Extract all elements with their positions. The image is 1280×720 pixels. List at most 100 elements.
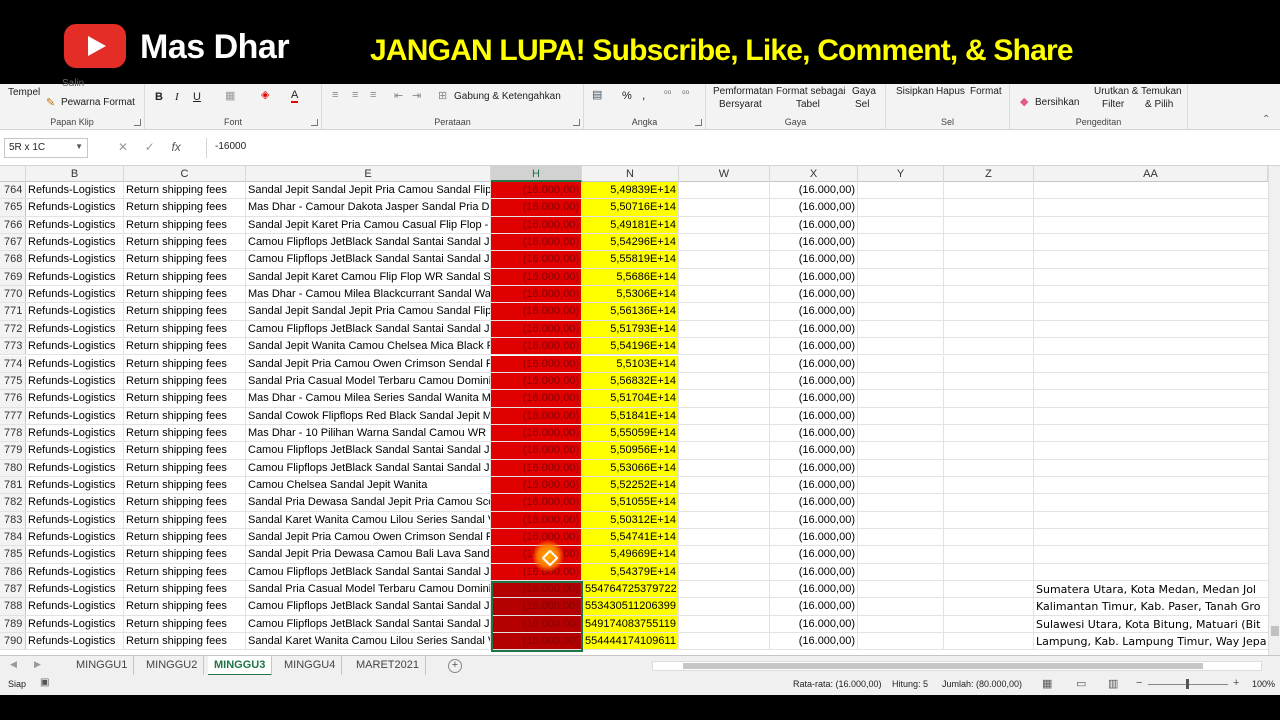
font-launcher[interactable] (311, 119, 318, 126)
cell-e[interactable]: Sandal Karet Wanita Camou Lilou Series S… (246, 511, 491, 528)
cell-e[interactable]: Sandal Jepit Sandal Jepit Pria Camou San… (246, 182, 491, 199)
cell-e[interactable]: Sandal Jepit Karet Camou Flip Flop WR Sa… (246, 268, 491, 286)
cell-aa[interactable] (1034, 251, 1268, 267)
cell-e[interactable]: Camou Flipflops JetBlack Sandal Santai S… (246, 442, 491, 459)
cell-e[interactable]: Mas Dhar - Camour Dakota Jasper Sandal P… (246, 199, 491, 216)
cell-e[interactable]: Sandal Jepit Karet Pria Camou Casual Fli… (246, 216, 491, 234)
row-header[interactable]: 778 (0, 424, 26, 442)
row-header[interactable]: 765 (0, 199, 26, 216)
cell-e[interactable]: Camou Flipflops JetBlack Sandal Santai S… (246, 251, 491, 268)
cell-b[interactable]: Refunds-Logistics (26, 633, 124, 650)
cell-c[interactable]: Return shipping fees (124, 563, 246, 581)
normal-view-icon[interactable]: ▦ (1042, 677, 1052, 690)
clipboard-launcher[interactable] (134, 119, 141, 126)
cell-h[interactable]: (16.000,00) (491, 251, 582, 268)
cell-z[interactable] (944, 268, 1034, 286)
cell-w[interactable] (679, 338, 770, 355)
cell-x[interactable]: (16.000,00) (770, 390, 858, 407)
enter-icon[interactable]: ✓ (145, 140, 155, 154)
cell-e[interactable]: Sandal Jepit Pria Camou Owen Crimson Sen… (246, 355, 491, 372)
cell-b[interactable]: Refunds-Logistics (26, 581, 124, 598)
cell-y[interactable] (858, 459, 944, 476)
zoom-slider-thumb[interactable] (1186, 679, 1189, 689)
horizontal-scrollbar[interactable] (652, 661, 1262, 671)
cell-n[interactable]: 554764725379722 (582, 581, 679, 598)
cell-e[interactable]: Mas Dhar - 10 Pilihan Warna Sandal Camou… (246, 424, 491, 442)
cell-aa[interactable] (1034, 286, 1268, 302)
cell-y[interactable] (858, 633, 944, 650)
cell-e[interactable]: Sandal Karet Wanita Camou Lilou Series S… (246, 633, 491, 650)
cell-x[interactable]: (16.000,00) (770, 633, 858, 650)
row-header[interactable]: 785 (0, 546, 26, 563)
macro-record-icon[interactable]: ▣ (40, 677, 49, 688)
cell-w[interactable] (679, 598, 770, 615)
cell-b[interactable]: Refunds-Logistics (26, 390, 124, 407)
cell-y[interactable] (858, 372, 944, 390)
collapse-ribbon-icon[interactable]: ⌃ (1262, 114, 1270, 125)
cell-n[interactable]: 5,5686E+14 (582, 268, 679, 286)
cell-e[interactable]: Sandal Jepit Pria Camou Owen Crimson Sen… (246, 529, 491, 546)
cell-w[interactable] (679, 234, 770, 251)
cell-w[interactable] (679, 407, 770, 424)
cell-h[interactable]: (16.000,00) (491, 234, 582, 251)
cell-c[interactable]: Return shipping fees (124, 459, 246, 476)
cell-e[interactable]: Camou Flipflops JetBlack Sandal Santai S… (246, 598, 491, 615)
cell-aa[interactable]: Sulawesi Utara, Kota Bitung, Matuari (Bi… (1034, 616, 1268, 632)
cell-n[interactable]: 5,55059E+14 (582, 424, 679, 442)
row-header[interactable]: 790 (0, 633, 26, 650)
cell-w[interactable] (679, 182, 770, 199)
cell-w[interactable] (679, 529, 770, 546)
decrease-decimal-icon[interactable]: ⁰⁰ (682, 89, 689, 100)
cell-z[interactable] (944, 303, 1034, 320)
cell-z[interactable] (944, 598, 1034, 615)
cell-aa[interactable] (1034, 564, 1268, 580)
cell-h[interactable]: (16.000,00) (491, 529, 582, 546)
cell-c[interactable]: Return shipping fees (124, 199, 246, 216)
cell-aa[interactable] (1034, 512, 1268, 528)
cell-z[interactable] (944, 320, 1034, 338)
row-header[interactable]: 779 (0, 442, 26, 459)
italic-button[interactable]: I (175, 91, 179, 103)
cell-aa[interactable] (1034, 477, 1268, 493)
cell-b[interactable]: Refunds-Logistics (26, 459, 124, 476)
cell-c[interactable]: Return shipping fees (124, 511, 246, 528)
cell-h[interactable]: (16.000,00) (491, 390, 582, 407)
row-header[interactable]: 787 (0, 581, 26, 598)
cell-h[interactable]: (16.000,00) (491, 303, 582, 320)
cell-n[interactable]: 554444174109611 (582, 633, 679, 650)
cell-z[interactable] (944, 355, 1034, 372)
cell-n[interactable]: 5,50312E+14 (582, 511, 679, 528)
zoom-out-icon[interactable]: − (1136, 677, 1142, 689)
cell-y[interactable] (858, 598, 944, 615)
cell-c[interactable]: Return shipping fees (124, 320, 246, 338)
row-header[interactable]: 777 (0, 407, 26, 424)
cell-n[interactable]: 5,51841E+14 (582, 407, 679, 424)
accounting-format-icon[interactable]: ▤ (592, 88, 602, 101)
clear-button[interactable]: Bersihkan (1035, 97, 1079, 108)
cell-aa[interactable] (1034, 529, 1268, 545)
percent-style-button[interactable]: % (622, 90, 632, 102)
worksheet-grid[interactable]: 764 Refunds-Logistics Return shipping fees… (0, 182, 1268, 655)
row-header[interactable]: 780 (0, 459, 26, 476)
font-color-button[interactable]: A (291, 89, 299, 103)
borders-icon[interactable]: ▦ (225, 89, 235, 102)
page-break-icon[interactable]: ▥ (1108, 677, 1118, 690)
cell-z[interactable] (944, 476, 1034, 494)
cell-w[interactable] (679, 199, 770, 216)
cell-z[interactable] (944, 234, 1034, 251)
cell-e[interactable]: Mas Dhar - Camou Milea Blackcurrant Sand… (246, 286, 491, 303)
vertical-scrollbar[interactable] (1268, 166, 1280, 656)
cell-e[interactable]: Sandal Pria Casual Model Terbaru Camou D… (246, 581, 491, 598)
cell-b[interactable]: Refunds-Logistics (26, 372, 124, 390)
cell-b[interactable]: Refunds-Logistics (26, 424, 124, 442)
row-header[interactable]: 786 (0, 563, 26, 581)
cell-n[interactable]: 553430511206399 (582, 598, 679, 615)
cell-e[interactable]: Sandal Jepit Wanita Camou Chelsea Mica B… (246, 338, 491, 355)
cell-y[interactable] (858, 442, 944, 459)
decrease-indent-icon[interactable]: ⇤ (394, 89, 403, 102)
cell-aa[interactable]: Lampung, Kab. Lampung Timur, Way Jepa (1034, 633, 1268, 649)
sheet-tab-minggu2[interactable]: MINGGU2 (140, 656, 205, 676)
cell-y[interactable] (858, 338, 944, 355)
cell-b[interactable]: Refunds-Logistics (26, 182, 124, 199)
row-header[interactable]: 789 (0, 615, 26, 633)
